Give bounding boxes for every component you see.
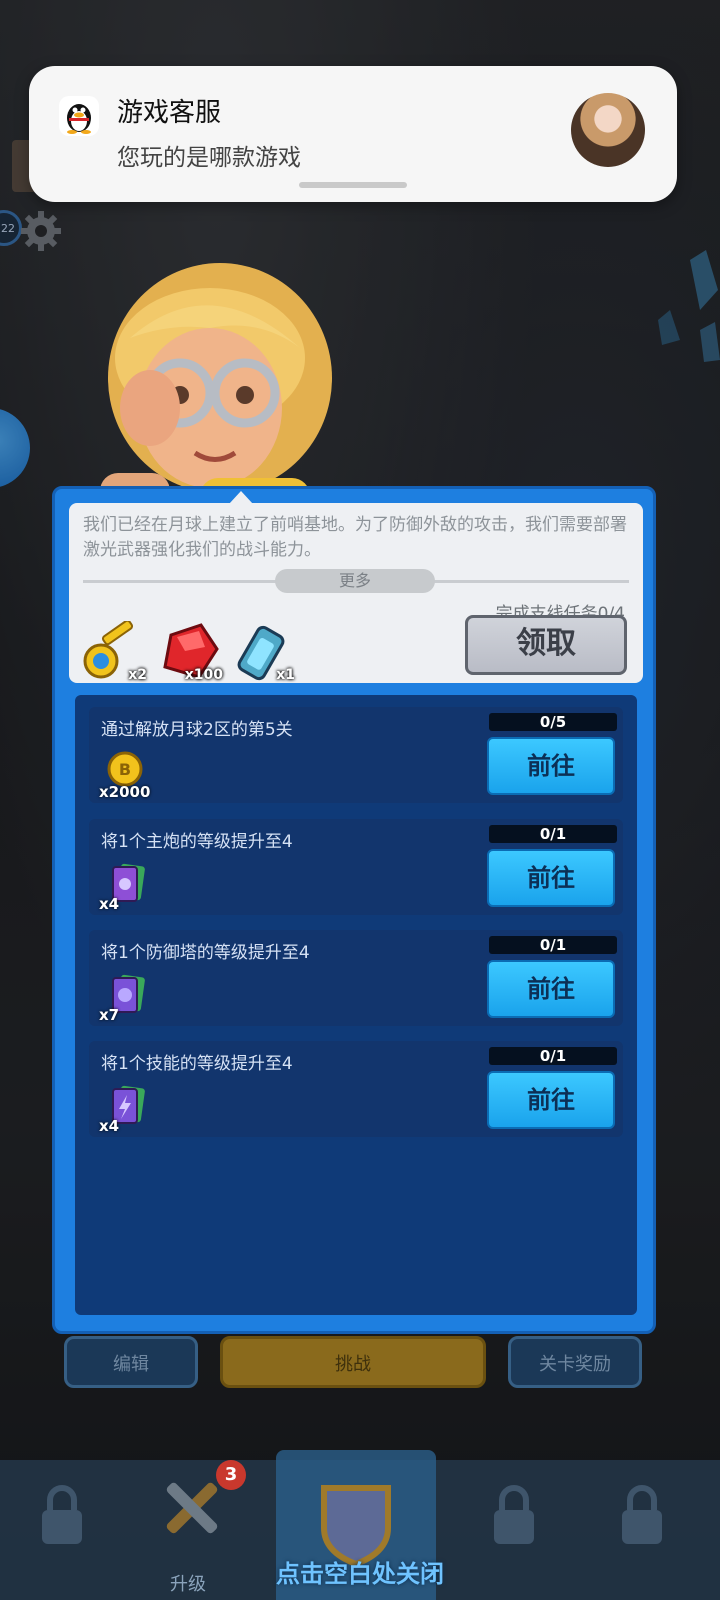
more-button[interactable]: 更多: [275, 569, 435, 593]
task-counter: 0/5: [489, 713, 617, 731]
notification-handle[interactable]: [299, 182, 407, 188]
reward-gem: x100: [157, 621, 223, 683]
lock-icon[interactable]: [34, 1480, 90, 1550]
task-row: 将1个防御塔的等级提升至4 0/1 前往 x7: [89, 930, 623, 1026]
task-title: 通过解放月球2区的第5关: [101, 720, 293, 740]
notification-title: 游戏客服: [117, 98, 222, 128]
tap-to-close-hint[interactable]: 点击空白处关闭: [0, 1554, 720, 1589]
reward-qty: x7: [99, 1006, 120, 1024]
reward-qty: x4: [99, 1117, 120, 1135]
notification-banner[interactable]: 游戏客服 您玩的是哪款游戏: [29, 66, 677, 202]
quest-panel: 我们已经在月球上建立了前哨基地。为了防御外敌的攻击，我们需要部署激光武器强化我们…: [52, 486, 656, 1334]
task-counter: 0/1: [489, 936, 617, 954]
scientist-character: [100, 263, 332, 508]
task-reward: x4: [99, 863, 151, 913]
task-title: 将1个主炮的等级提升至4: [101, 832, 293, 852]
gold-coin-icon: B: [107, 751, 143, 787]
reward-key: x2: [81, 619, 147, 683]
task-counter: 0/1: [489, 1047, 617, 1065]
sender-avatar: [571, 93, 645, 167]
reward-qty: x2000: [99, 783, 151, 801]
reward-qty: x2: [128, 667, 147, 683]
task-counter: 0/1: [489, 825, 617, 843]
go-button[interactable]: 前往: [487, 960, 615, 1018]
go-button[interactable]: 前往: [487, 737, 615, 795]
edit-button[interactable]: 编辑: [64, 1336, 198, 1388]
reward-battery: x1: [229, 621, 295, 683]
task-reward: B x2000: [99, 751, 151, 801]
lock-icon[interactable]: [614, 1480, 670, 1550]
reward-qty: x4: [99, 895, 120, 913]
speech-pointer: [229, 491, 253, 504]
qq-penguin-icon: [59, 96, 99, 136]
level-rewards-button[interactable]: 关卡奖励: [508, 1336, 642, 1388]
task-row: 将1个技能的等级提升至4 0/1 前往 x4: [89, 1041, 623, 1137]
story-box: 我们已经在月球上建立了前哨基地。为了防御外敌的攻击，我们需要部署激光武器强化我们…: [69, 491, 643, 683]
reward-qty: x1: [276, 667, 295, 683]
task-title: 将1个技能的等级提升至4: [101, 1054, 293, 1074]
challenge-button[interactable]: 挑战: [220, 1336, 486, 1388]
story-text: 我们已经在月球上建立了前哨基地。为了防御外敌的攻击，我们需要部署激光武器强化我们…: [83, 515, 627, 560]
notification-message: 您玩的是哪款游戏: [117, 145, 301, 171]
lock-icon[interactable]: [486, 1480, 542, 1550]
task-title: 将1个防御塔的等级提升至4: [101, 943, 310, 963]
go-button[interactable]: 前往: [487, 1071, 615, 1129]
go-button[interactable]: 前往: [487, 849, 615, 907]
task-reward: x4: [99, 1085, 151, 1135]
reward-qty: x100: [184, 667, 223, 683]
claim-button[interactable]: 领取: [465, 615, 627, 675]
upgrade-badge: 3: [216, 1460, 246, 1490]
task-row: 通过解放月球2区的第5关 0/5 前往 B x2000: [89, 707, 623, 803]
task-row: 将1个主炮的等级提升至4 0/1 前往 x4: [89, 819, 623, 915]
svg-text:B: B: [119, 760, 131, 779]
task-reward: x7: [99, 974, 151, 1024]
